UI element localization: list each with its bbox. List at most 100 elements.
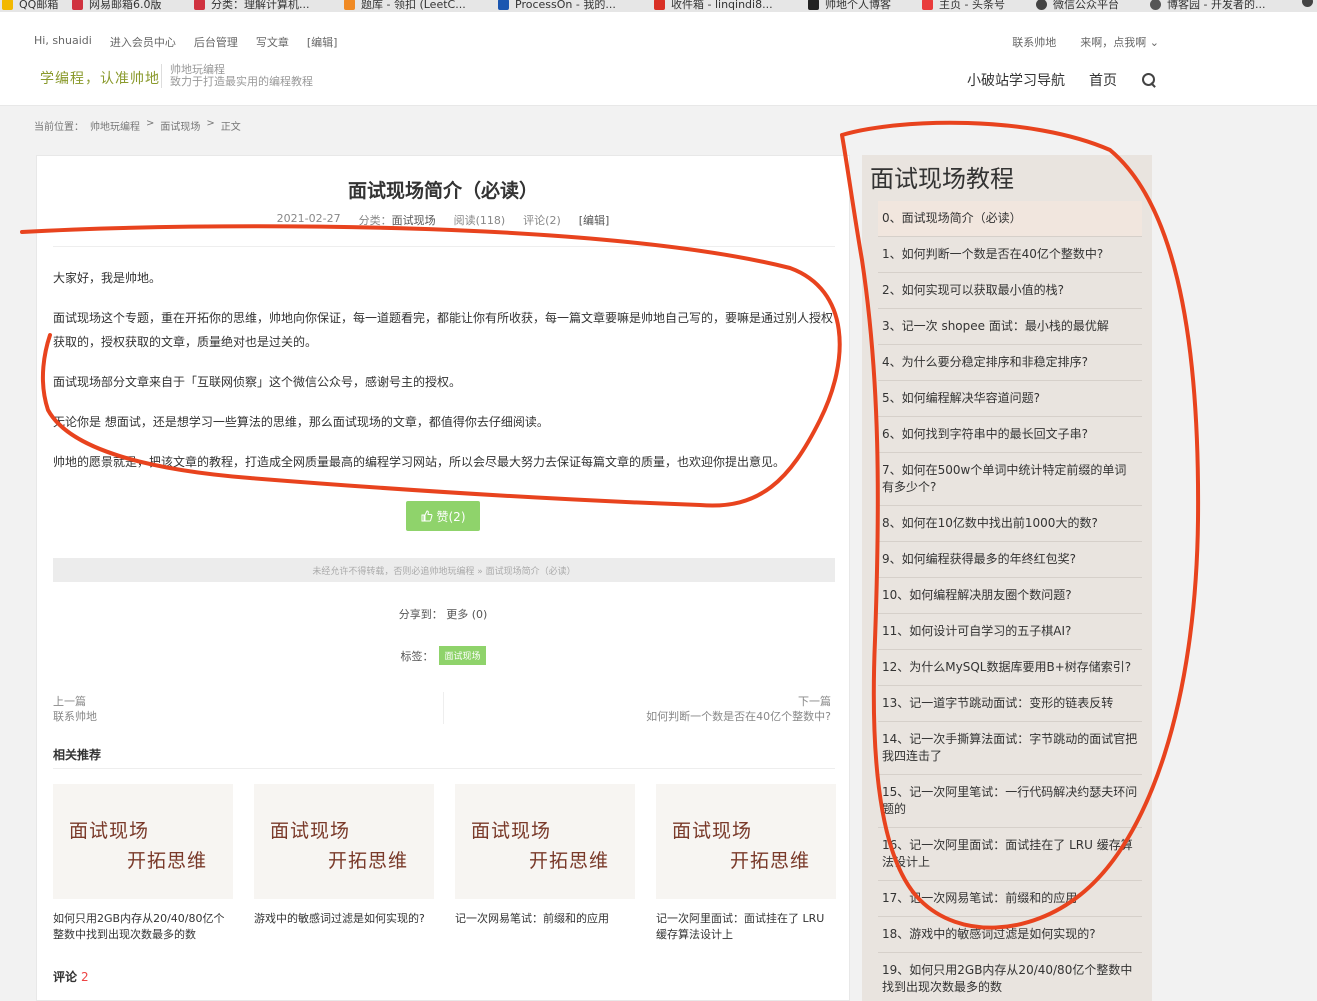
related-thumbnail[interactable]: 面试现场 开拓思维 [53, 784, 233, 899]
divider [443, 692, 444, 724]
bookmarks-bar: QQ邮箱 网易邮箱6.0版 分类：理解计算机... 题库 - 领扣 (LeetC… [0, 0, 1317, 12]
breadcrumb-current: 正文 [220, 122, 241, 133]
share-more-button[interactable]: 更多 (0) [446, 608, 487, 621]
next-label: 下一篇 [798, 695, 831, 708]
tutorial-sidebar: 面试现场教程 0、面试现场简介（必读） 1、如何判断一个数是否在40亿个整数中?… [862, 155, 1152, 1001]
sidebar-item[interactable]: 5、如何编程解决华容道问题? [878, 381, 1142, 417]
user-menu[interactable]: 来啊，点我啊 ⌄ [1080, 34, 1159, 50]
site-logo[interactable]: 学编程，认准帅地 [40, 68, 160, 88]
tags-label: 标签： [400, 649, 434, 663]
cnblogs-icon [1150, 0, 1161, 10]
breadcrumb: 当前位置： 帅地玩编程 > 面试现场 > 正文 [34, 118, 241, 133]
blog-icon [194, 0, 205, 10]
member-center-link[interactable]: 进入会员中心 [110, 34, 176, 50]
related-thumbnail[interactable]: 面试现场 开拓思维 [254, 784, 434, 899]
sidebar-item[interactable]: 3、记一次 shopee 面试：最小栈的最优解 [878, 309, 1142, 345]
sidebar-item-active[interactable]: 0、面试现场简介（必读） [878, 201, 1142, 237]
bookmark-leetcode[interactable]: 题库 - 领扣 (LeetC... [344, 0, 466, 12]
comments-count: 2 [81, 970, 89, 984]
sidebar-item[interactable]: 10、如何编程解决朋友圈个数问题? [878, 578, 1142, 614]
divider [53, 246, 835, 247]
copyright-notice: 未经允许不得转载，否则必追帅地玩编程 » 面试现场简介（必读） [53, 558, 835, 582]
bookmark-netease-mail[interactable]: 网易邮箱6.0版 [72, 0, 162, 12]
sidebar-item[interactable]: 2、如何实现可以获取最小值的栈? [878, 273, 1142, 309]
share-bar: 分享到： 更多 (0) [37, 606, 849, 622]
related-title[interactable]: 游戏中的敏感词过滤是如何实现的? [254, 911, 434, 927]
bookmark-qq-mail[interactable]: QQ邮箱 [2, 0, 58, 12]
sidebar-item[interactable]: 15、记一次阿里笔试：一行代码解决约瑟夫环问题的 [878, 775, 1142, 828]
greeting: Hi, shuaidi [34, 34, 92, 47]
article-reads: 阅读(118) [453, 214, 506, 227]
share-label: 分享到： [398, 608, 443, 621]
sidebar-item[interactable]: 12、为什么MySQL数据库要用B+树存储索引? [878, 650, 1142, 686]
sidebar-item[interactable]: 6、如何找到字符串中的最长回文子串? [878, 417, 1142, 453]
qq-mail-icon [2, 0, 13, 10]
bookmark-toutiao[interactable]: 主页 - 头条号 [922, 0, 1005, 12]
write-article-link[interactable]: 写文章 [256, 34, 289, 50]
bookmark-processon[interactable]: ProcessOn - 我的... [498, 0, 616, 12]
related-heading: 相关推荐 [53, 748, 102, 762]
sidebar-item[interactable]: 4、为什么要分稳定排序和非稳定排序? [878, 345, 1142, 381]
next-title[interactable]: 如何判断一个数是否在40亿个整数中? [646, 709, 831, 724]
like-button[interactable]: 赞(2) [406, 501, 480, 531]
article-paragraph: 无论你是 想面试，还是想学习一些算法的思维，那么面试现场的文章，都值得你去仔细阅… [53, 415, 549, 429]
sidebar-item[interactable]: 1、如何判断一个数是否在40亿个整数中? [878, 237, 1142, 273]
bookmark-overflow[interactable] [1302, 0, 1313, 7]
sidebar-item[interactable]: 17、记一次网易笔试：前缀和的应用 [878, 881, 1142, 917]
sidebar-item[interactable]: 13、记一道字节跳动面试：变形的链表反转 [878, 686, 1142, 722]
related-thumbnail[interactable]: 面试现场 开拓思维 [656, 784, 836, 899]
wechat-icon [1036, 0, 1047, 10]
bookmark-cnblogs[interactable]: 博客园 - 开发者的... [1150, 0, 1265, 12]
sidebar-item[interactable]: 11、如何设计可自学习的五子棋AI? [878, 614, 1142, 650]
notion-icon [808, 0, 819, 10]
prev-title[interactable]: 联系帅地 [53, 709, 97, 724]
related-card[interactable]: 面试现场 开拓思维 游戏中的敏感词过滤是如何实现的? [254, 784, 434, 927]
related-card[interactable]: 面试现场 开拓思维 如何只用2GB内存从20/40/80亿个整数中找到出现次数最多… [53, 784, 233, 943]
bookmark-personal-blog[interactable]: 帅地个人博客 [808, 0, 891, 12]
breadcrumb-category[interactable]: 面试现场 [160, 118, 200, 133]
article-card: 面试现场简介（必读） 2021-02-27 分类：面试现场 阅读(118) 评论… [36, 155, 850, 1001]
article-paragraph: 帅地的愿景就是，把该文章的教程，打造成全网质量最高的编程学习网站，所以会尽最大努… [53, 455, 786, 469]
leetcode-icon [344, 0, 355, 10]
related-title[interactable]: 记一次网易笔试：前缀和的应用 [455, 911, 635, 927]
prev-label: 上一篇 [53, 695, 86, 708]
nav-home[interactable]: 首页 [1089, 70, 1117, 90]
article-meta: 2021-02-27 分类：面试现场 阅读(118) 评论(2) [编辑] [37, 212, 849, 228]
sidebar-list: 0、面试现场简介（必读） 1、如何判断一个数是否在40亿个整数中? 2、如何实现… [878, 201, 1142, 1001]
sidebar-item[interactable]: 16、记一次阿里面试：面试挂在了 LRU 缓存算法设计上 [878, 828, 1142, 881]
sidebar-item[interactable]: 18、游戏中的敏感词过滤是如何实现的? [878, 917, 1142, 953]
article-paragraph: 大家好，我是帅地。 [53, 271, 162, 285]
breadcrumb-separator: > [146, 118, 155, 129]
tag-badge[interactable]: 面试现场 [439, 646, 486, 665]
bookmark-gmail[interactable]: 收件箱 - linqindi8... [654, 0, 773, 12]
sidebar-item[interactable]: 9、如何编程获得最多的年终红包奖? [878, 542, 1142, 578]
bookmark-wechat[interactable]: 微信公众平台 [1036, 0, 1119, 12]
article-paragraph: 面试现场这个专题，重在开拓你的思维，帅地向你保证，每一道题看完，都能让你有所收获… [53, 311, 834, 349]
article-comments-count[interactable]: 评论(2) [523, 212, 561, 228]
related-card[interactable]: 面试现场 开拓思维 记一次阿里面试：面试挂在了 LRU 缓存算法设计上 [656, 784, 836, 943]
nav-study-guide[interactable]: 小破站学习导航 [967, 70, 1065, 90]
related-title[interactable]: 记一次阿里面试：面试挂在了 LRU 缓存算法设计上 [656, 911, 836, 943]
contact-link[interactable]: 联系帅地 [1012, 34, 1056, 50]
processon-icon [498, 0, 509, 10]
article-edit-link[interactable]: [编辑] [579, 212, 610, 228]
prev-article[interactable]: 上一篇 联系帅地 [53, 694, 97, 724]
category-link[interactable]: 面试现场 [392, 214, 436, 227]
bookmark-category[interactable]: 分类：理解计算机... [194, 0, 310, 12]
sidebar-item[interactable]: 8、如何在10亿数中找出前1000大的数? [878, 506, 1142, 542]
search-icon[interactable] [1141, 72, 1157, 88]
sidebar-item[interactable]: 7、如何在500w个单词中统计特定前缀的单词有多少个? [878, 453, 1142, 506]
edit-link[interactable]: [编辑] [307, 34, 338, 50]
sidebar-item[interactable]: 14、记一次手撕算法面试：字节跳动的面试官把我四连击了 [878, 722, 1142, 775]
related-title[interactable]: 如何只用2GB内存从20/40/80亿个整数中找到出现次数最多的数 [53, 911, 233, 943]
article-title: 面试现场简介（必读） [347, 180, 538, 202]
tagline-slogan: 致力于打造最实用的编程教程 [170, 75, 313, 88]
site-tagline: 帅地玩编程 致力于打造最实用的编程教程 [161, 64, 313, 88]
admin-link[interactable]: 后台管理 [194, 34, 238, 50]
next-article[interactable]: 下一篇 如何判断一个数是否在40亿个整数中? [646, 694, 831, 724]
breadcrumb-home[interactable]: 帅地玩编程 [90, 118, 140, 133]
related-thumbnail[interactable]: 面试现场 开拓思维 [455, 784, 635, 899]
gmail-icon [654, 0, 665, 10]
related-card[interactable]: 面试现场 开拓思维 记一次网易笔试：前缀和的应用 [455, 784, 635, 927]
sidebar-item[interactable]: 19、如何只用2GB内存从20/40/80亿个整数中找到出现次数最多的数 [878, 953, 1142, 1001]
